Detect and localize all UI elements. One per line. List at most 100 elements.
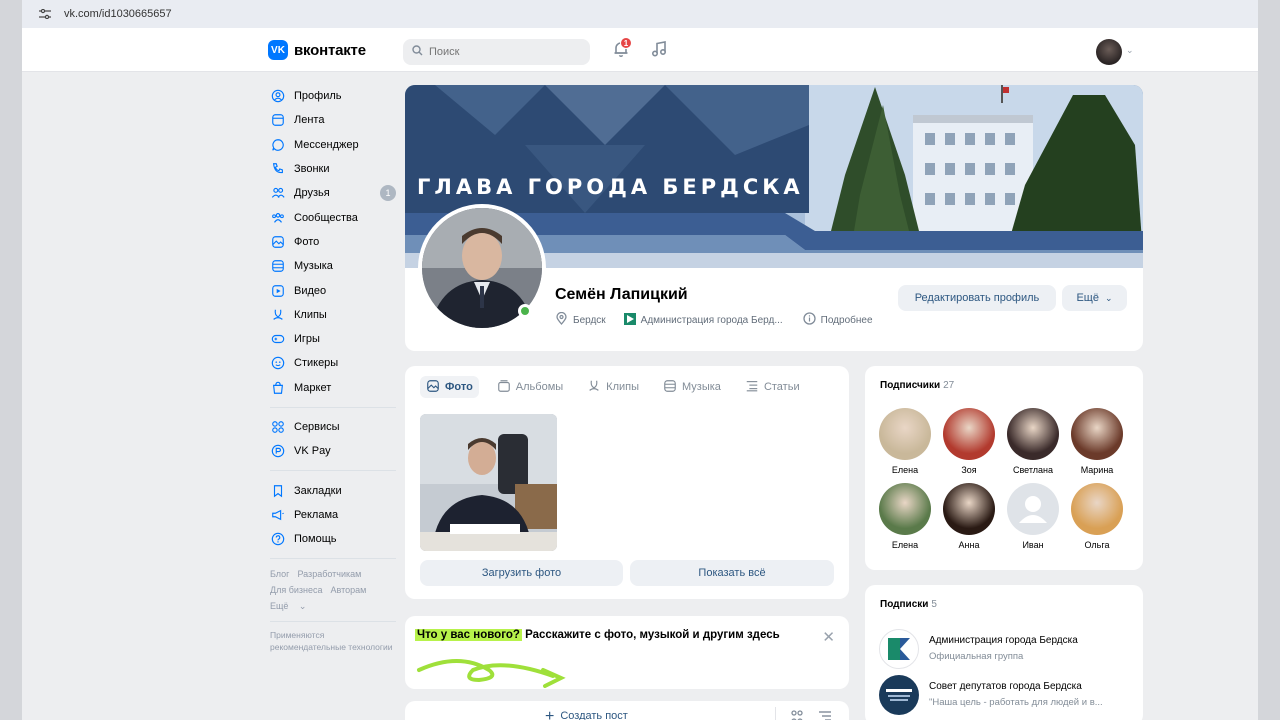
sidebar-item-stickers[interactable]: Стикеры xyxy=(270,351,396,375)
sidebar-item-feed[interactable]: Лента xyxy=(270,108,396,132)
profile-work[interactable]: Администрация города Берд... xyxy=(641,315,783,326)
sidebar-item-clips[interactable]: Клипы xyxy=(270,303,396,327)
subscribers-title[interactable]: Подписчики 27 xyxy=(880,380,954,391)
tab-label: Статьи xyxy=(763,381,800,393)
sidebar-item-communities[interactable]: Сообщества xyxy=(270,205,396,229)
music-player-button[interactable] xyxy=(650,40,670,60)
sidebar-item-photo[interactable]: Фото xyxy=(270,230,396,254)
tab-albums[interactable]: Альбомы xyxy=(491,376,569,398)
site-settings-icon[interactable] xyxy=(36,7,54,21)
tab-photo[interactable]: Фото xyxy=(420,376,479,398)
photo-thumbnail[interactable] xyxy=(420,414,557,551)
services-icon xyxy=(270,419,286,435)
plus-icon: + xyxy=(545,707,555,720)
show-all-button[interactable]: Показать всё xyxy=(630,560,834,586)
post-prompt[interactable]: Что у вас нового? Расскажите с фото, муз… xyxy=(415,629,780,641)
footer-link-authors[interactable]: Авторам xyxy=(331,585,367,595)
vk-logo[interactable]: VK вконтакте xyxy=(268,40,366,60)
search-input[interactable] xyxy=(429,46,579,58)
subscriber-item[interactable]: Елена xyxy=(879,408,931,475)
user-avatar[interactable] xyxy=(1096,39,1122,65)
top-header: VK вконтакте 1 ⌄ xyxy=(22,28,1258,72)
subscriber-avatar xyxy=(1007,408,1059,460)
tab-music[interactable]: Музыка xyxy=(657,376,727,398)
following-item[interactable]: Совет депутатов города Бердска "Наша цель… xyxy=(879,675,1103,715)
sidebar-item-music[interactable]: Музыка xyxy=(270,254,396,278)
subscriber-item[interactable]: Анна xyxy=(943,483,995,550)
notifications-button[interactable]: 1 xyxy=(612,37,632,60)
media-tabs: Фото Альбомы Клипы Музыка Статьи xyxy=(420,376,806,398)
stickers-icon xyxy=(270,355,286,371)
tab-clips[interactable]: Клипы xyxy=(581,376,645,398)
following-card: Подписки 5 Администрация города Бердска Оф… xyxy=(865,585,1143,720)
subscriber-name: Марина xyxy=(1080,465,1114,475)
brand-name: вконтакте xyxy=(294,41,366,59)
sidebar-item-games[interactable]: Игры xyxy=(270,327,396,351)
create-post-divider xyxy=(775,707,776,720)
create-post-label: Создать пост xyxy=(560,710,628,720)
footer-link-business[interactable]: Для бизнеса xyxy=(270,585,323,595)
subscriber-avatar xyxy=(879,408,931,460)
communities-icon xyxy=(270,210,286,226)
highlight-arrow-scribble xyxy=(417,659,566,688)
subscriber-item[interactable]: Зоя xyxy=(943,408,995,475)
tab-label: Альбомы xyxy=(515,381,564,393)
left-sidebar: Профиль Лента Мессенджер Звонки Друзья 1 Сообщ… xyxy=(270,84,396,653)
sidebar-item-ads[interactable]: Реклама xyxy=(270,503,396,527)
subscriber-name: Елена xyxy=(891,540,919,550)
footer-link-blog[interactable]: Блог xyxy=(270,569,289,579)
messenger-icon xyxy=(270,137,286,153)
subscriber-item[interactable]: Елена xyxy=(879,483,931,550)
footer-link-more[interactable]: Ещё ⌄ xyxy=(270,601,306,611)
sort-icon[interactable] xyxy=(818,709,832,720)
sidebar-item-bookmarks[interactable]: Закладки xyxy=(270,478,396,502)
url-text[interactable]: vk.com/id1030665657 xyxy=(64,8,172,20)
market-icon xyxy=(270,380,286,396)
sidebar-item-friends[interactable]: Друзья 1 xyxy=(270,181,396,205)
sidebar-item-messenger[interactable]: Мессенджер xyxy=(270,133,396,157)
more-info-link[interactable]: Подробнее xyxy=(821,315,873,326)
post-prompt-text: Расскажите с фото, музыкой и другим здес… xyxy=(521,629,780,641)
subscribers-card: Подписчики 27 Елена Зоя Светлана Марина Елена… xyxy=(865,366,1143,570)
tab-label: Музыка xyxy=(682,381,721,393)
browser-url-bar[interactable]: vk.com/id1030665657 xyxy=(22,0,1258,28)
sidebar-item-market[interactable]: Маркет xyxy=(270,376,396,400)
filter-icon[interactable] xyxy=(790,709,804,720)
info-icon xyxy=(803,312,816,328)
subscriber-item[interactable]: Светлана xyxy=(1007,408,1059,475)
sidebar-item-vkpay[interactable]: VK Pay xyxy=(270,439,396,463)
sidebar-item-video[interactable]: Видео xyxy=(270,278,396,302)
subscriber-item[interactable]: Иван xyxy=(1007,483,1059,550)
sidebar-item-label: Звонки xyxy=(294,163,330,176)
upload-photo-button[interactable]: Загрузить фото xyxy=(420,560,623,586)
post-composer-card[interactable]: Что у вас нового? Расскажите с фото, муз… xyxy=(405,616,849,689)
following-title[interactable]: Подписки 5 xyxy=(880,599,937,610)
sidebar-item-services[interactable]: Сервисы xyxy=(270,415,396,439)
profile-city[interactable]: Бердск xyxy=(573,315,606,326)
chevron-down-icon[interactable]: ⌄ xyxy=(1126,45,1134,56)
sidebar-item-phone[interactable]: Звонки xyxy=(270,157,396,181)
footer-link-developers[interactable]: Разработчикам xyxy=(297,569,361,579)
sidebar-item-label: Друзья xyxy=(294,187,330,200)
more-button[interactable]: Ещё ⌄ xyxy=(1062,285,1127,311)
sidebar-services-nav: Сервисы VK Pay xyxy=(270,415,396,464)
albums-icon xyxy=(497,379,511,396)
games-icon xyxy=(270,331,286,347)
sidebar-item-label: Музыка xyxy=(294,260,333,273)
subscribers-grid: Елена Зоя Светлана Марина Елена Анна Иван Ольга xyxy=(879,408,1123,550)
sidebar-item-profile[interactable]: Профиль xyxy=(270,84,396,108)
subscriber-name: Зоя xyxy=(961,465,977,475)
sidebar-item-label: Видео xyxy=(294,284,327,297)
following-item[interactable]: Администрация города Бердска Официальная … xyxy=(879,629,1078,669)
search-icon xyxy=(412,43,423,61)
sidebar-item-help[interactable]: Помощь xyxy=(270,527,396,551)
tab-articles[interactable]: Статьи xyxy=(739,376,806,398)
group-subtitle: Официальная группа xyxy=(929,651,1024,662)
create-post-button[interactable]: + Создать пост xyxy=(545,707,628,720)
close-icon[interactable]: ✕ xyxy=(822,628,835,646)
video-icon xyxy=(270,283,286,299)
subscriber-item[interactable]: Марина xyxy=(1071,408,1123,475)
subscriber-item[interactable]: Ольга xyxy=(1071,483,1123,550)
search-box[interactable] xyxy=(403,39,590,65)
edit-profile-button[interactable]: Редактировать профиль xyxy=(898,285,1056,311)
